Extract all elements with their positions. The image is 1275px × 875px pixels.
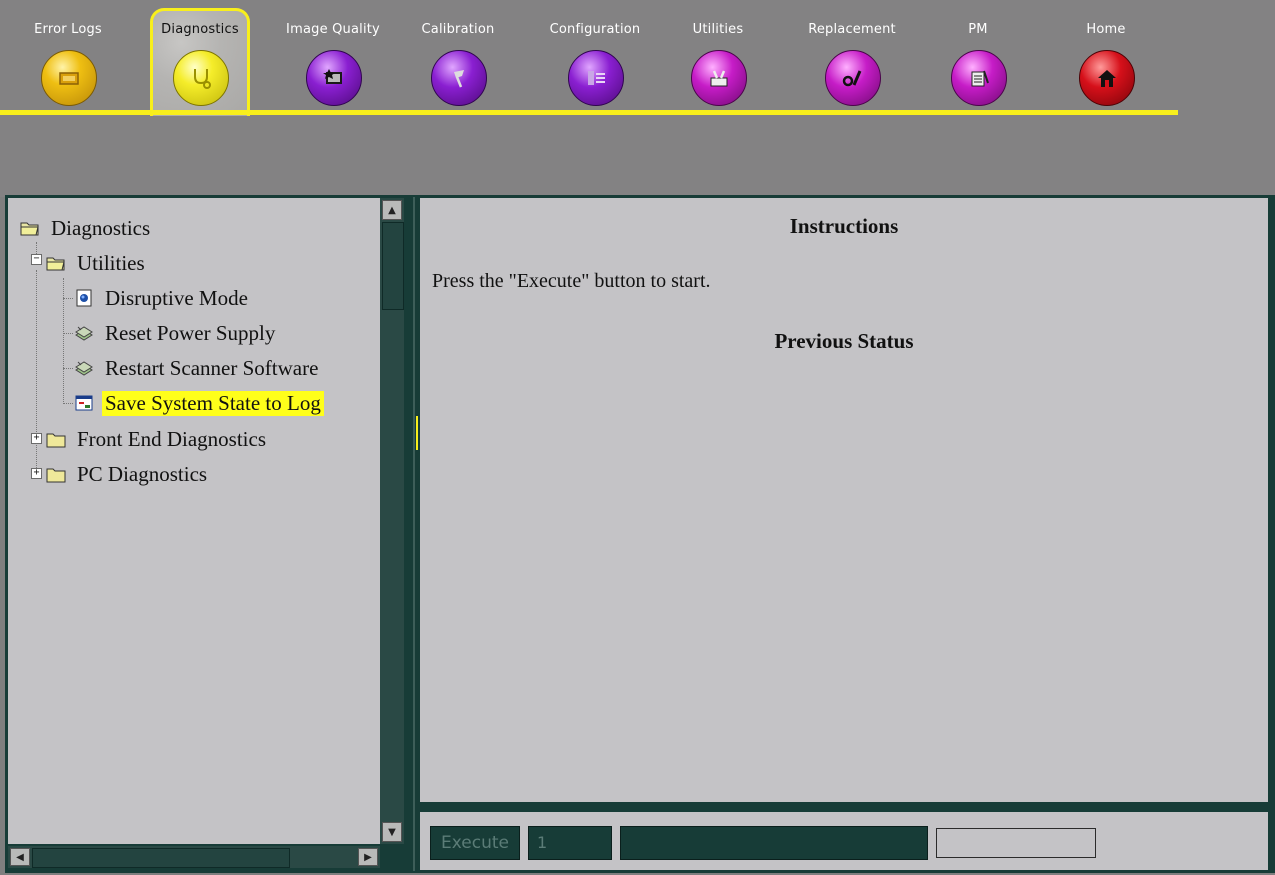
pm-icon — [951, 50, 1007, 106]
tab-error-logs[interactable]: Error Logs — [18, 12, 118, 112]
tab-label: PM — [968, 22, 988, 37]
tree-connector — [63, 298, 73, 299]
tree-node-label: Front End Diagnostics — [77, 426, 266, 451]
tree-connector — [63, 368, 73, 369]
tree-node-label: Reset Power Supply — [105, 320, 276, 345]
tab-utilities[interactable]: Utilities — [668, 12, 768, 112]
collapse-toggle[interactable]: − — [31, 254, 42, 265]
progress-status-field — [620, 826, 928, 860]
expand-toggle[interactable]: + — [31, 433, 42, 444]
tree-node-utilities[interactable]: Utilities — [46, 248, 148, 278]
tree-connector — [36, 270, 37, 478]
vertical-scroll-thumb[interactable] — [382, 222, 404, 310]
splitter-line — [413, 197, 415, 871]
open-folder-icon — [46, 253, 66, 273]
tab-pm[interactable]: PM — [928, 12, 1028, 112]
result-field — [936, 828, 1096, 858]
tab-label: Diagnostics — [161, 22, 239, 37]
tree-node-label: Restart Scanner Software — [105, 355, 319, 380]
tree-node-label: PC Diagnostics — [77, 461, 208, 486]
folder-icon — [46, 429, 66, 449]
home-icon — [1079, 50, 1135, 106]
replacement-icon — [825, 50, 881, 106]
splitter-marker — [416, 416, 418, 450]
tree-node-save-system-state-to-log[interactable]: Save System State to Log — [74, 388, 324, 418]
tree-node-disruptive-mode[interactable]: Disruptive Mode — [74, 283, 251, 313]
configuration-icon — [568, 50, 624, 106]
tab-image-quality[interactable]: Image Quality — [283, 12, 383, 112]
tab-label: Configuration — [549, 22, 641, 37]
tree-node-reset-power-supply[interactable]: Reset Power Supply — [74, 318, 278, 348]
instructions-text: Press the "Execute" button to start. — [432, 270, 711, 292]
calibration-icon — [431, 50, 487, 106]
tree-node-label: Utilities — [77, 250, 145, 275]
image-quality-icon — [306, 50, 362, 106]
tree-node-front-end-diagnostics[interactable]: Front End Diagnostics — [46, 424, 269, 454]
tab-label: Replacement — [808, 22, 896, 37]
expand-toggle[interactable]: + — [31, 468, 42, 479]
tree-node-restart-scanner-software[interactable]: Restart Scanner Software — [74, 353, 321, 383]
open-folder-icon — [20, 218, 40, 238]
tree-connector — [63, 278, 64, 402]
tree-node-label: Diagnostics — [51, 215, 151, 240]
scroll-right-button[interactable]: ▶ — [358, 848, 378, 866]
scroll-down-button[interactable]: ▼ — [382, 822, 402, 842]
diagnostics-tree: Diagnostics − Utilities Disruptive Mode … — [8, 198, 380, 844]
instructions-heading: Instructions — [789, 214, 899, 238]
scroll-up-button[interactable]: ▲ — [382, 200, 402, 220]
restart-icon — [74, 358, 94, 378]
tree-node-label: Disruptive Mode — [105, 285, 248, 310]
save-log-icon — [74, 393, 94, 413]
previous-status-heading: Previous Status — [774, 329, 914, 353]
instructions-panel: Instructions Press the "Execute" button … — [420, 198, 1268, 802]
horizontal-scroll-thumb[interactable] — [32, 848, 290, 868]
tab-diagnostics[interactable]: Diagnostics — [150, 12, 250, 112]
tree-node-pc-diagnostics[interactable]: PC Diagnostics — [46, 459, 210, 489]
tree-connector — [63, 333, 73, 334]
tree-node-diagnostics[interactable]: Diagnostics — [20, 213, 153, 243]
tab-replacement[interactable]: Replacement — [802, 12, 902, 112]
tab-label: Home — [1086, 22, 1126, 37]
folder-icon — [46, 464, 66, 484]
stethoscope-icon — [173, 50, 229, 106]
tab-label: Image Quality — [286, 22, 380, 37]
utilities-icon — [691, 50, 747, 106]
iteration-field[interactable]: 1 — [528, 826, 612, 860]
tree-node-label: Save System State to Log — [102, 390, 324, 416]
tab-label: Calibration — [421, 22, 495, 37]
tab-calibration[interactable]: Calibration — [408, 12, 508, 112]
error-log-icon — [41, 50, 97, 106]
tab-home[interactable]: Home — [1056, 12, 1156, 112]
tab-label: Utilities — [692, 22, 744, 37]
tab-configuration[interactable]: Configuration — [545, 12, 645, 112]
scroll-left-button[interactable]: ◀ — [10, 848, 30, 866]
tree-connector — [63, 403, 73, 404]
tab-label: Error Logs — [34, 22, 102, 37]
execute-button[interactable]: Execute — [430, 826, 520, 860]
reset-icon — [74, 323, 94, 343]
disruptive-mode-icon — [74, 288, 94, 308]
